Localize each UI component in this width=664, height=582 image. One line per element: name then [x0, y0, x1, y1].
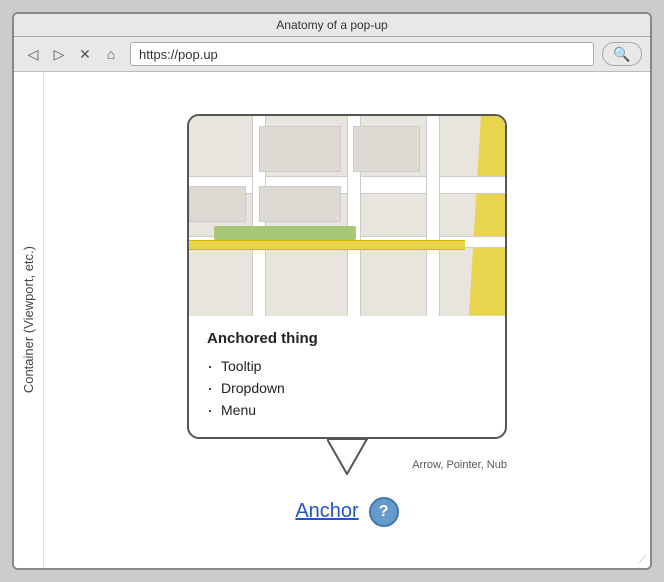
search-button[interactable]: 🔍 — [602, 42, 642, 66]
map-road-diagonal — [445, 116, 505, 316]
home-icon: ⌂ — [107, 46, 115, 62]
close-icon: ✕ — [79, 46, 91, 63]
map-block2 — [353, 126, 419, 172]
popup-box: Anchored thing Tooltip Dropdown Menu — [187, 114, 507, 439]
popup-text-area: Anchored thing Tooltip Dropdown Menu — [189, 316, 505, 437]
forward-button[interactable]: ▷ — [48, 43, 70, 65]
sidebar-label: Container (Viewport, etc.) — [14, 72, 44, 568]
anchor-link[interactable]: Anchor — [295, 500, 358, 523]
anchor-row: Anchor ? — [295, 497, 398, 527]
sidebar-text: Container (Viewport, etc.) — [21, 246, 36, 393]
nav-buttons: ◁ ▷ ✕ ⌂ — [22, 43, 122, 65]
resize-handle: ⟋ — [639, 555, 646, 566]
map-road-v3 — [426, 116, 440, 316]
forward-icon: ▷ — [54, 46, 65, 63]
popup-list: Tooltip Dropdown Menu — [207, 355, 487, 421]
map-area — [189, 116, 505, 316]
toolbar: ◁ ▷ ✕ ⌂ 🔍 — [14, 37, 650, 72]
back-icon: ◁ — [28, 46, 39, 63]
search-icon: 🔍 — [613, 46, 630, 63]
map-grid — [189, 116, 505, 316]
popup-container: Anchored thing Tooltip Dropdown Menu — [187, 114, 507, 489]
list-item-menu: Menu — [207, 399, 487, 421]
main-content: Anchored thing Tooltip Dropdown Menu — [44, 72, 650, 568]
help-icon[interactable]: ? — [369, 497, 399, 527]
popup-arrow — [327, 439, 387, 479]
window-title: Anatomy of a pop-up — [276, 18, 387, 32]
map-block1 — [259, 126, 341, 172]
home-button[interactable]: ⌂ — [100, 43, 122, 65]
map-block3 — [189, 186, 246, 222]
browser-window: Anatomy of a pop-up ◁ ▷ ✕ ⌂ 🔍 Container … — [12, 12, 652, 570]
list-item-dropdown: Dropdown — [207, 377, 487, 399]
list-item-tooltip: Tooltip — [207, 355, 487, 377]
map-block4 — [259, 186, 341, 222]
address-bar[interactable] — [130, 42, 594, 66]
popup-title: Anchored thing — [207, 330, 487, 347]
help-symbol: ? — [379, 503, 389, 521]
close-button[interactable]: ✕ — [74, 43, 96, 65]
arrow-label: Arrow, Pointer, Nub — [412, 459, 507, 471]
back-button[interactable]: ◁ — [22, 43, 44, 65]
popup-arrow-area: Arrow, Pointer, Nub — [187, 439, 507, 489]
title-bar: Anatomy of a pop-up — [14, 14, 650, 37]
map-green-block — [214, 226, 356, 240]
browser-content: Container (Viewport, etc.) — [14, 72, 650, 568]
map-road-yellow — [189, 240, 465, 250]
